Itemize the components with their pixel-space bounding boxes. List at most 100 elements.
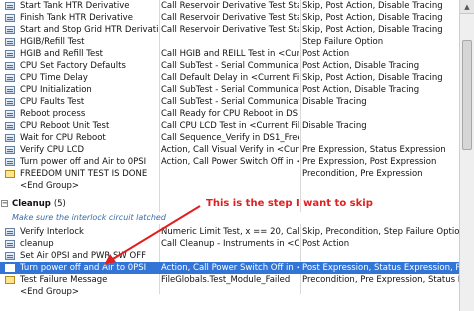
step-settings: Post Action bbox=[302, 49, 350, 59]
step-description bbox=[161, 168, 299, 180]
step-settings: Skip, Precondition, Step Failure Option bbox=[302, 227, 459, 237]
end-group-label: <End Group> bbox=[20, 181, 79, 191]
end-group-row[interactable]: <End Group> bbox=[0, 180, 459, 192]
step-row[interactable]: cleanup Call Cleanup - Instruments in <C… bbox=[0, 238, 459, 250]
step-name: Start Tank HTR Derivative bbox=[20, 1, 130, 11]
step-icon bbox=[5, 252, 15, 260]
step-settings: Step Failure Option bbox=[302, 37, 384, 47]
group-count: (5) bbox=[53, 199, 66, 209]
step-name: Start and Stop Grid HTR Derivative bbox=[20, 25, 158, 35]
step-settings: Skip, Post Action, Disable Tracing bbox=[302, 73, 443, 83]
step-name: FREEDOM UNIT TEST IS DONE bbox=[20, 169, 148, 179]
step-row[interactable]: Verify CPU LCD Action, Call Visual Verif… bbox=[0, 144, 459, 156]
step-name: CPU Initialization bbox=[20, 85, 92, 95]
step-name: cleanup bbox=[20, 239, 54, 249]
step-settings: Post Action, Disable Tracing bbox=[302, 85, 420, 95]
step-settings: Precondition, Pre Expression bbox=[302, 169, 423, 179]
step-description: Call Ready for CPU Reboot in DS1_... bbox=[161, 109, 299, 119]
step-icon bbox=[5, 62, 15, 70]
selected-step-row[interactable]: Turn power off and Air to 0PSI Action, C… bbox=[0, 262, 459, 274]
annotation-text: This is the step I want to skip bbox=[206, 198, 373, 209]
step-description: Call Default Delay in <Current File> bbox=[161, 73, 299, 83]
step-description: Call Cleanup - Instruments in <Curren... bbox=[161, 239, 299, 249]
step-settings: Skip, Post Action, Disable Tracing bbox=[302, 25, 443, 35]
step-row[interactable]: Wait for CPU Reboot Call Sequence_Verify… bbox=[0, 132, 459, 144]
step-description bbox=[161, 36, 299, 48]
step-name: CPU Reboot Unit Test bbox=[20, 121, 110, 131]
sequence-steps-panel: Start Tank HTR Derivative Call Reservoir… bbox=[0, 0, 459, 311]
step-row[interactable]: CPU Initialization Call SubTest - Serial… bbox=[0, 84, 459, 96]
scroll-up-icon[interactable]: ▲ bbox=[460, 0, 474, 14]
message-icon bbox=[5, 170, 15, 178]
step-name: Wait for CPU Reboot bbox=[20, 133, 106, 143]
step-row[interactable]: Finish Tank HTR Derivative Call Reservoi… bbox=[0, 12, 459, 24]
step-description: FileGlobals.Test_Module_Failed bbox=[161, 275, 291, 285]
step-icon bbox=[5, 146, 15, 154]
step-settings: Disable Tracing bbox=[302, 121, 367, 131]
step-settings: Pre Expression, Post Expression bbox=[302, 157, 437, 167]
step-description: Call CPU LCD Test in <Current File> bbox=[161, 121, 299, 131]
step-row[interactable]: CPU Reboot Unit Test Call CPU LCD Test i… bbox=[0, 120, 459, 132]
step-settings: Skip, Post Action, Disable Tracing bbox=[302, 13, 443, 23]
step-icon bbox=[5, 228, 15, 236]
collapse-icon[interactable]: − bbox=[1, 200, 8, 207]
step-icon bbox=[5, 14, 15, 22]
step-name: HGIB/Refill Test bbox=[20, 37, 85, 47]
step-icon bbox=[5, 134, 15, 142]
step-name: Verify Interlock bbox=[20, 227, 84, 237]
step-icon bbox=[5, 50, 15, 58]
step-row[interactable]: Start Tank HTR Derivative Call Reservoir… bbox=[0, 0, 459, 12]
step-description: Call SubTest - Serial Communication... bbox=[161, 61, 299, 71]
step-row[interactable]: CPU Set Factory Defaults Call SubTest - … bbox=[0, 60, 459, 72]
step-row[interactable]: Set Air 0PSI and PWR SW OFF bbox=[0, 250, 459, 262]
step-icon bbox=[5, 240, 15, 248]
step-settings: Precondition, Pre Expression, Status Ex.… bbox=[302, 275, 459, 285]
step-row[interactable]: CPU Faults Test Call SubTest - Serial Co… bbox=[0, 96, 459, 108]
step-settings: Post Expression, Status Expression, Post… bbox=[302, 263, 459, 273]
step-icon bbox=[5, 158, 15, 166]
step-settings bbox=[302, 132, 459, 144]
step-row[interactable]: Verify Interlock Numeric Limit Test, x =… bbox=[0, 226, 459, 238]
scroll-thumb[interactable] bbox=[462, 40, 472, 150]
step-description: Action, Call Visual Verify in <Current..… bbox=[161, 145, 299, 155]
step-row[interactable]: Turn power off and Air to 0PSI Action, C… bbox=[0, 156, 459, 168]
step-icon bbox=[5, 38, 15, 46]
step-settings bbox=[302, 108, 459, 120]
step-row[interactable]: Reboot process Call Ready for CPU Reboot… bbox=[0, 108, 459, 120]
step-row[interactable]: HGIB/Refill Test Step Failure Option bbox=[0, 36, 459, 48]
step-description: Call HGIB and REILL Test in <Curre... bbox=[161, 49, 299, 59]
step-row[interactable]: Test Failure Message FileGlobals.Test_Mo… bbox=[0, 274, 459, 286]
group-title: Cleanup bbox=[12, 199, 51, 209]
step-row[interactable]: Start and Stop Grid HTR Derivative Call … bbox=[0, 24, 459, 36]
step-name: Finish Tank HTR Derivative bbox=[20, 13, 133, 23]
step-icon bbox=[5, 122, 15, 130]
step-name: HGIB and Refill Test bbox=[20, 49, 103, 59]
step-name: Test Failure Message bbox=[20, 275, 108, 285]
step-icon bbox=[5, 74, 15, 82]
step-name: CPU Set Factory Defaults bbox=[20, 61, 126, 71]
step-icon bbox=[5, 26, 15, 34]
step-name: CPU Time Delay bbox=[20, 73, 88, 83]
step-settings bbox=[302, 250, 459, 262]
group-comment: Make sure the interlock circuit latched bbox=[12, 213, 166, 222]
step-name: Reboot process bbox=[20, 109, 86, 119]
step-row[interactable]: CPU Time Delay Call Default Delay in <Cu… bbox=[0, 72, 459, 84]
step-name: CPU Faults Test bbox=[20, 97, 85, 107]
step-name: Turn power off and Air to 0PSI bbox=[20, 263, 147, 273]
step-description: Call Reservoir Derivative Test Stat i... bbox=[161, 13, 299, 23]
message-icon bbox=[5, 276, 15, 284]
end-group-row[interactable]: <End Group> bbox=[0, 286, 459, 298]
step-settings: Skip, Post Action, Disable Tracing bbox=[302, 1, 443, 11]
step-row[interactable]: FREEDOM UNIT TEST IS DONE Precondition, … bbox=[0, 168, 459, 180]
step-icon bbox=[5, 98, 15, 106]
step-description: Action, Call Power Switch Off in <C... bbox=[161, 263, 299, 273]
step-description: Action, Call Power Switch Off in <Cu... bbox=[161, 157, 299, 167]
end-group-label: <End Group> bbox=[20, 287, 79, 297]
step-row[interactable]: HGIB and Refill Test Call HGIB and REILL… bbox=[0, 48, 459, 60]
vertical-scrollbar[interactable]: ▲ bbox=[459, 0, 474, 311]
step-description: Call Reservoir Derivative Test Stat i... bbox=[161, 25, 299, 35]
step-description: Numeric Limit Test, x == 20, Call HG1... bbox=[161, 227, 299, 237]
step-settings: Pre Expression, Status Expression bbox=[302, 145, 446, 155]
step-description bbox=[161, 250, 299, 262]
step-settings: Post Action bbox=[302, 239, 350, 249]
